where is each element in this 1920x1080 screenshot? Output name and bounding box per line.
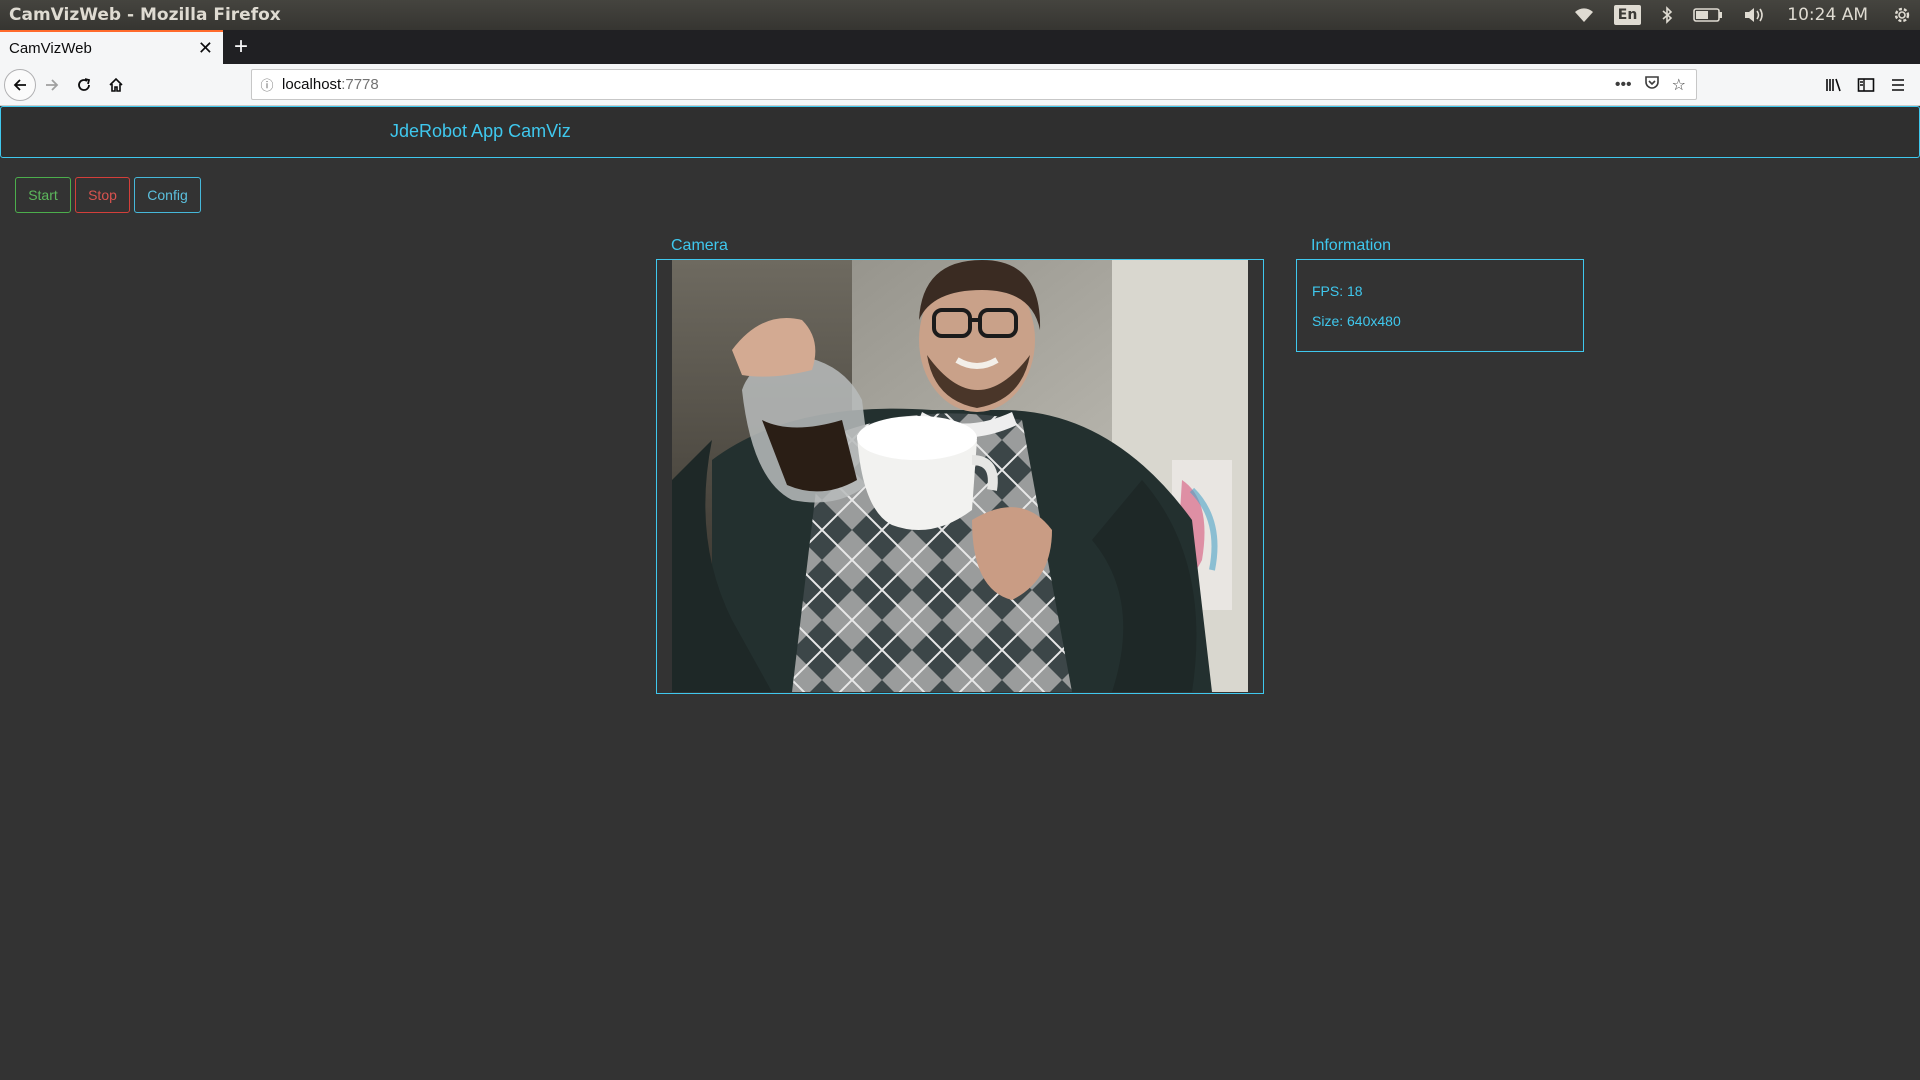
navigation-toolbar: ⓘ localhost:7778 ••• ☆ — [0, 64, 1920, 106]
toolbar-right — [1818, 64, 1914, 106]
tab-title: CamVizWeb — [9, 39, 92, 57]
url-actions: ••• ☆ — [1603, 70, 1686, 99]
app-header: JdeRobot App CamViz — [0, 106, 1920, 158]
battery-icon[interactable] — [1693, 0, 1723, 30]
reload-icon[interactable] — [68, 69, 100, 101]
tab-camvizweb[interactable]: CamVizWeb ✕ — [0, 30, 223, 64]
bookmark-star-icon[interactable]: ☆ — [1672, 75, 1686, 95]
url-port: :7778 — [341, 76, 379, 93]
fps-readout: FPS: 18 — [1312, 283, 1363, 299]
power-gear-icon[interactable] — [1892, 0, 1912, 30]
back-icon[interactable] — [4, 68, 36, 101]
keyboard-layout-indicator[interactable]: En — [1613, 0, 1642, 30]
home-icon[interactable] — [100, 69, 132, 101]
forward-icon[interactable] — [36, 69, 68, 101]
close-icon[interactable]: ✕ — [198, 38, 213, 59]
info-icon[interactable]: ⓘ — [252, 75, 282, 94]
sidebar-icon[interactable] — [1850, 69, 1882, 101]
volume-icon[interactable] — [1743, 0, 1767, 30]
url-bar[interactable]: ⓘ localhost:7778 ••• ☆ — [251, 69, 1697, 100]
more-icon[interactable]: ••• — [1615, 76, 1632, 94]
config-button[interactable]: Config — [134, 177, 201, 213]
page-content: JdeRobot App CamViz Start Stop Config Ca… — [0, 106, 1920, 1080]
information-label: Information — [1311, 237, 1392, 254]
app-title: JdeRobot App CamViz — [390, 121, 571, 141]
window-title: CamVizWeb - Mozilla Firefox — [9, 5, 281, 25]
size-readout: Size: 640x480 — [1312, 313, 1401, 329]
clock[interactable]: 10:24 AM — [1787, 0, 1868, 30]
information-panel: FPS: 18 Size: 640x480 — [1296, 259, 1584, 352]
camera-feed-image — [672, 260, 1248, 692]
new-tab-icon[interactable]: + — [223, 30, 259, 64]
menu-icon[interactable] — [1882, 69, 1914, 101]
os-top-panel: CamVizWeb - Mozilla Firefox En 10:24 AM — [0, 0, 1920, 30]
start-button[interactable]: Start — [15, 177, 71, 213]
keyboard-layout-label: En — [1613, 5, 1642, 25]
wifi-icon[interactable] — [1574, 0, 1594, 30]
stop-button[interactable]: Stop — [75, 177, 130, 213]
camera-label: Camera — [671, 237, 728, 254]
pocket-icon[interactable] — [1644, 74, 1660, 95]
tab-strip: CamVizWeb ✕ + — [0, 30, 1920, 64]
url-host: localhost — [282, 76, 342, 93]
camera-panel — [656, 259, 1264, 694]
bluetooth-icon[interactable] — [1661, 0, 1673, 30]
system-indicators: En 10:24 AM — [1564, 0, 1920, 30]
library-icon[interactable] — [1818, 69, 1850, 101]
